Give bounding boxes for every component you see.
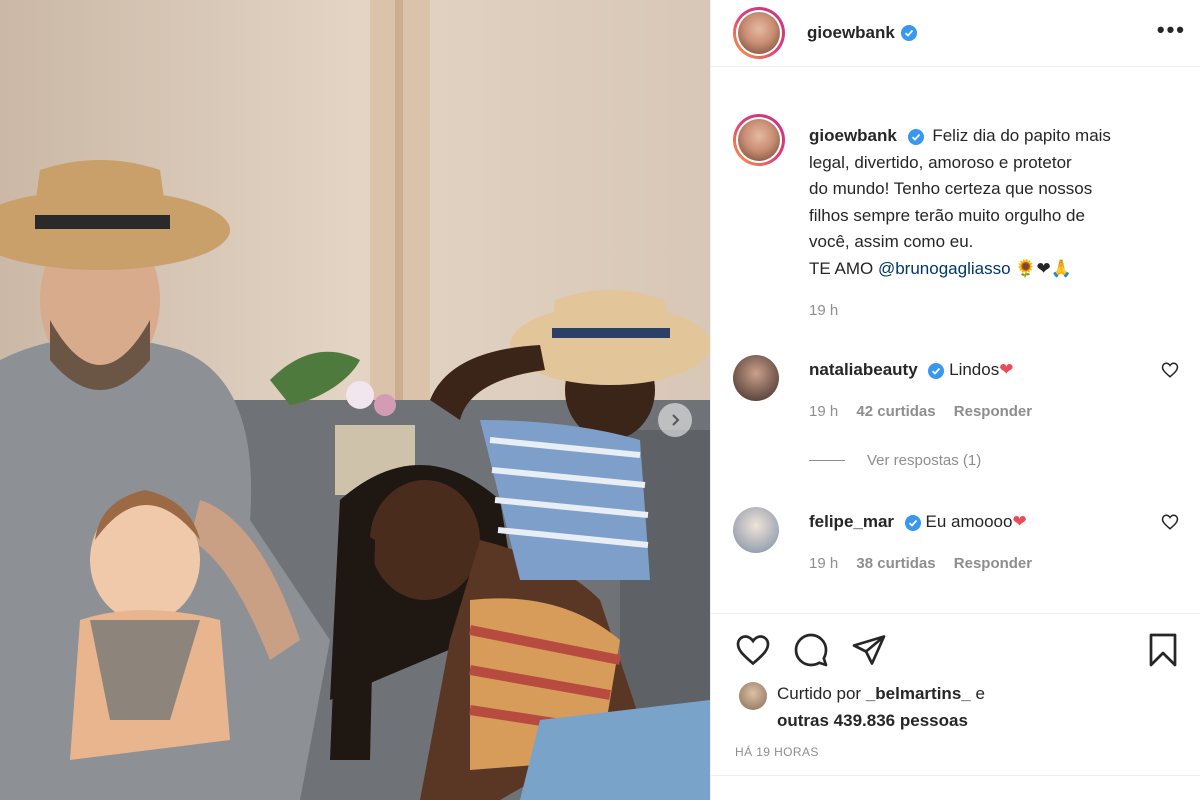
liked-by-prefix: Curtido por (777, 684, 862, 703)
more-options-icon[interactable]: ••• (1157, 19, 1186, 41)
caption-username[interactable]: gioewbank (809, 126, 897, 145)
comment-username[interactable]: felipe_mar (809, 512, 894, 531)
commenter-avatar[interactable] (733, 507, 779, 553)
verified-icon (928, 362, 945, 379)
comment-username[interactable]: nataliabeauty (809, 360, 918, 379)
replies-divider (809, 460, 845, 461)
comment-reply-button[interactable]: Responder (954, 555, 1032, 572)
verified-icon (900, 25, 917, 41)
share-icon[interactable] (851, 632, 887, 668)
comment-icon[interactable] (793, 632, 829, 668)
caption-te-amo: TE AMO (809, 258, 874, 278)
comment-box-divider (711, 775, 1200, 776)
liker-avatar[interactable] (739, 682, 767, 710)
comment-time[interactable]: 19 h (809, 555, 838, 572)
author-username[interactable]: gioewbank (807, 23, 895, 43)
verified-icon (907, 128, 924, 145)
caption-line: filhos sempre terão muito orgulho de (809, 205, 1085, 225)
carousel-next-button[interactable] (658, 403, 692, 437)
comment-like-heart-icon[interactable] (1161, 513, 1179, 531)
post-side-panel: gioewbank ••• gioewbank Feliz dia do pap… (710, 0, 1200, 800)
heart-icon[interactable] (735, 632, 771, 668)
comment-time[interactable]: 19 h (809, 403, 838, 420)
comment-likes[interactable]: 38 curtidas (856, 555, 935, 572)
comment-body: nataliabeauty Lindos❤ (809, 360, 1013, 380)
caption-line: você, assim como eu. (809, 232, 974, 251)
verified-icon (904, 514, 921, 531)
bookmark-icon[interactable] (1145, 632, 1181, 668)
comment-text: Eu amoooo (925, 512, 1013, 531)
caption-mention-link[interactable]: @brunogagliasso (878, 259, 1011, 278)
comment-meta: 19 h 42 curtidas Responder (809, 403, 1046, 420)
comment-reply-button[interactable]: Responder (954, 403, 1032, 420)
post-action-bar (711, 613, 1200, 667)
caption-line: do mundo! Tenho certeza que nossos (809, 179, 1093, 198)
commenter-avatar[interactable] (733, 355, 779, 401)
post-header: gioewbank ••• (711, 0, 1200, 67)
liked-by-user-link[interactable]: _belmartins_ (866, 684, 971, 703)
comment-like-heart-icon[interactable] (1161, 361, 1179, 379)
family-photo-illustration (0, 0, 710, 800)
likes-summary: Curtido por _belmartins_ e outras 439.83… (739, 680, 985, 734)
post-timestamp[interactable]: HÁ 19 HORAS (735, 745, 819, 759)
post-photo[interactable] (0, 0, 710, 800)
heart-emoji: ❤ (999, 360, 1014, 380)
heart-emoji: ❤ (1012, 512, 1027, 532)
comment-body: felipe_mar Eu amoooo❤ (809, 512, 1027, 532)
caption-line: legal, divertido, amoroso e protetor (809, 152, 1072, 172)
caption-emojis: 🌻❤🙏 (1015, 258, 1072, 279)
caption-text: gioewbank Feliz dia do papito mais legal… (809, 123, 1169, 282)
liked-by-conj: e (975, 684, 985, 703)
view-replies-label: Ver respostas (1) (867, 452, 982, 469)
comment-likes[interactable]: 42 curtidas (856, 403, 935, 420)
comment-text: Lindos (949, 360, 1000, 379)
author-avatar[interactable] (733, 7, 785, 59)
caption-line: Feliz dia do papito mais (932, 126, 1111, 145)
likes-count-link[interactable]: outras 439.836 pessoas (777, 711, 968, 730)
comment-meta: 19 h 38 curtidas Responder (809, 555, 1046, 572)
caption-avatar[interactable] (733, 114, 785, 166)
view-replies-button[interactable]: Ver respostas (1) (809, 452, 981, 469)
caption-timestamp[interactable]: 19 h (809, 302, 838, 319)
chevron-right-icon (672, 414, 680, 426)
